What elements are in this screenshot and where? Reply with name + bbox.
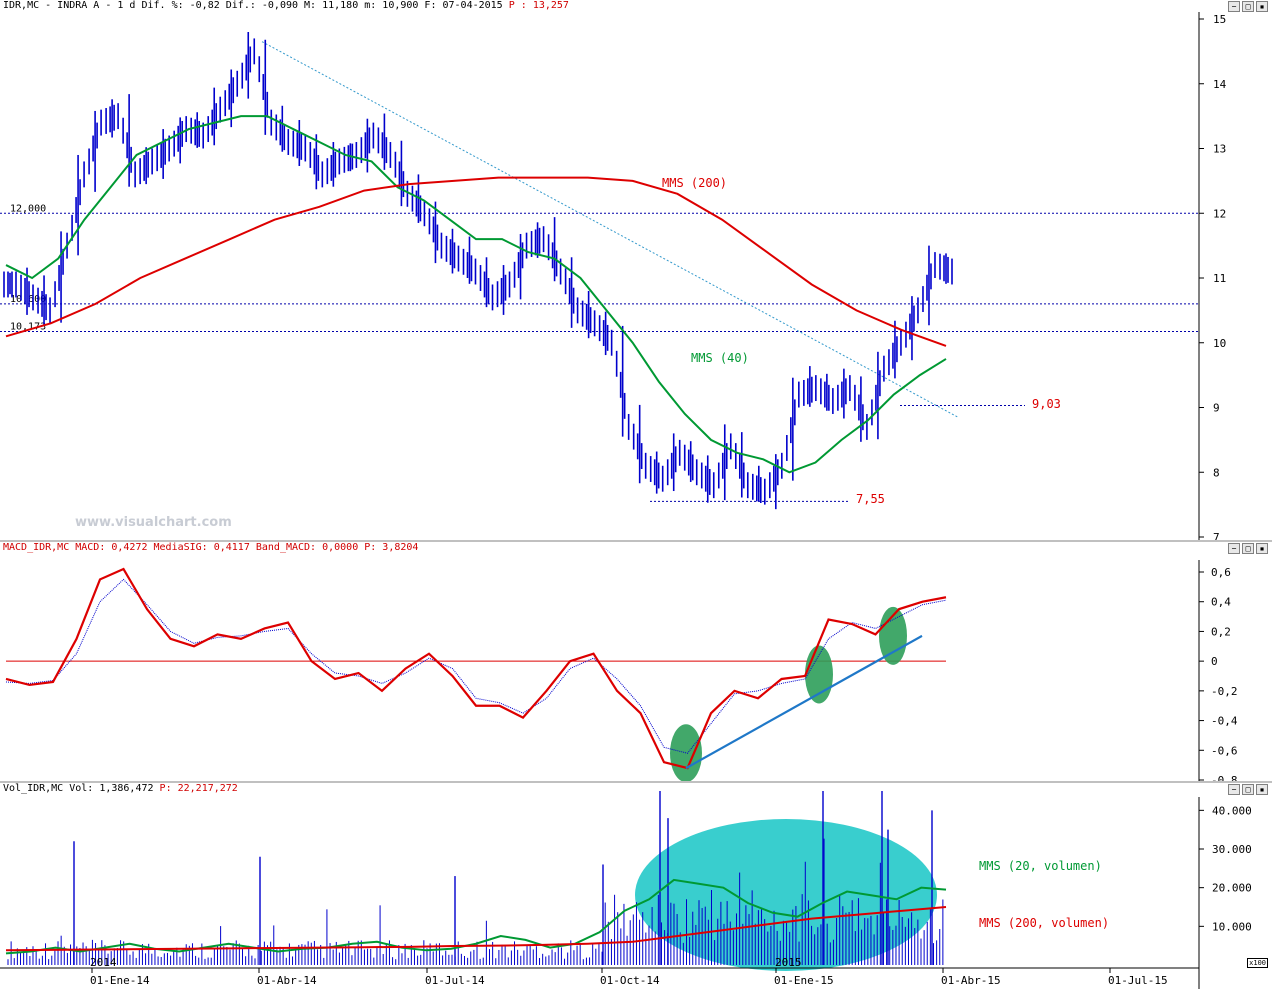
y-tick-label: 0,2 [1211, 625, 1231, 638]
y-tick-label: 15 [1213, 13, 1226, 26]
y-tick-label: 12 [1213, 207, 1226, 220]
y-tick-label: 14 [1213, 78, 1227, 91]
year-label: 2014 [90, 956, 117, 969]
year-label: 2015 [775, 956, 802, 969]
y-tick-label: 11 [1213, 272, 1226, 285]
y-tick-label: 0 [1211, 655, 1218, 668]
level-label: 7,55 [856, 492, 885, 506]
level-label: 9,03 [1032, 397, 1061, 411]
mms40-line [5, 115, 947, 474]
macd-chart[interactable]: 0,60,40,20-0,2-0,4-0,6-0,8 [0, 542, 1272, 782]
downtrend-line [261, 41, 959, 418]
x-tick-label: 01-Abr-14 [257, 974, 317, 987]
x-tick-label: 01-Jul-14 [425, 974, 485, 987]
y-tick-label: 8 [1213, 466, 1220, 479]
x-tick-label: 01-Ene-14 [90, 974, 150, 987]
volume-chart[interactable]: 10.000 20.000 30.000 40.000 MMS (20, volumen… [0, 783, 1272, 989]
volume-panel: Vol_IDR,MC Vol: 1,386,472 P: 22,217,272 … [0, 783, 1272, 989]
y-tick-label: 40.000 [1212, 804, 1252, 817]
y-tick-label: 30.000 [1212, 843, 1252, 856]
price-chart[interactable]: 78910111213141512,00010,60010,173MMS (20… [0, 0, 1272, 541]
x-tick-label: 01-Oct-14 [600, 974, 660, 987]
mms200-label: MMS (200) [662, 176, 727, 190]
y-tick-label: 10 [1213, 337, 1226, 350]
unit-badge: x100 [1247, 958, 1268, 968]
y-tick-label: 10.000 [1212, 920, 1252, 933]
macd-panel: MACD_IDR,MC MACD: 0,4272 MediaSIG: 0,411… [0, 542, 1272, 782]
macd-line [5, 567, 947, 770]
y-tick-label: 20.000 [1212, 882, 1252, 895]
x-tick-label: 01-Ene-15 [774, 974, 834, 987]
y-tick-label: 13 [1213, 143, 1226, 156]
y-tick-label: 9 [1213, 402, 1220, 415]
x-tick-label: 01-Jul-15 [1108, 974, 1168, 987]
mms200-volume-label: MMS (200, volumen) [979, 916, 1109, 930]
watermark: www.visualchart.com [75, 515, 232, 530]
x-tick-label: 01-Abr-15 [941, 974, 1001, 987]
y-tick-label: -0,4 [1211, 715, 1238, 728]
y-tick-label: -0,2 [1211, 685, 1238, 698]
signal-line [5, 578, 947, 754]
mms20-volume-label: MMS (20, volumen) [979, 859, 1102, 873]
reference-line-label: 12,000 [10, 203, 46, 214]
y-tick-label: -0,6 [1211, 744, 1238, 757]
mms40-label: MMS (40) [691, 351, 749, 365]
y-tick-label: 0,6 [1211, 566, 1231, 579]
price-panel: IDR,MC - INDRA A - 1 d Dif. %: -0,82 Dif… [0, 0, 1272, 541]
y-tick-label: 0,4 [1211, 596, 1231, 609]
